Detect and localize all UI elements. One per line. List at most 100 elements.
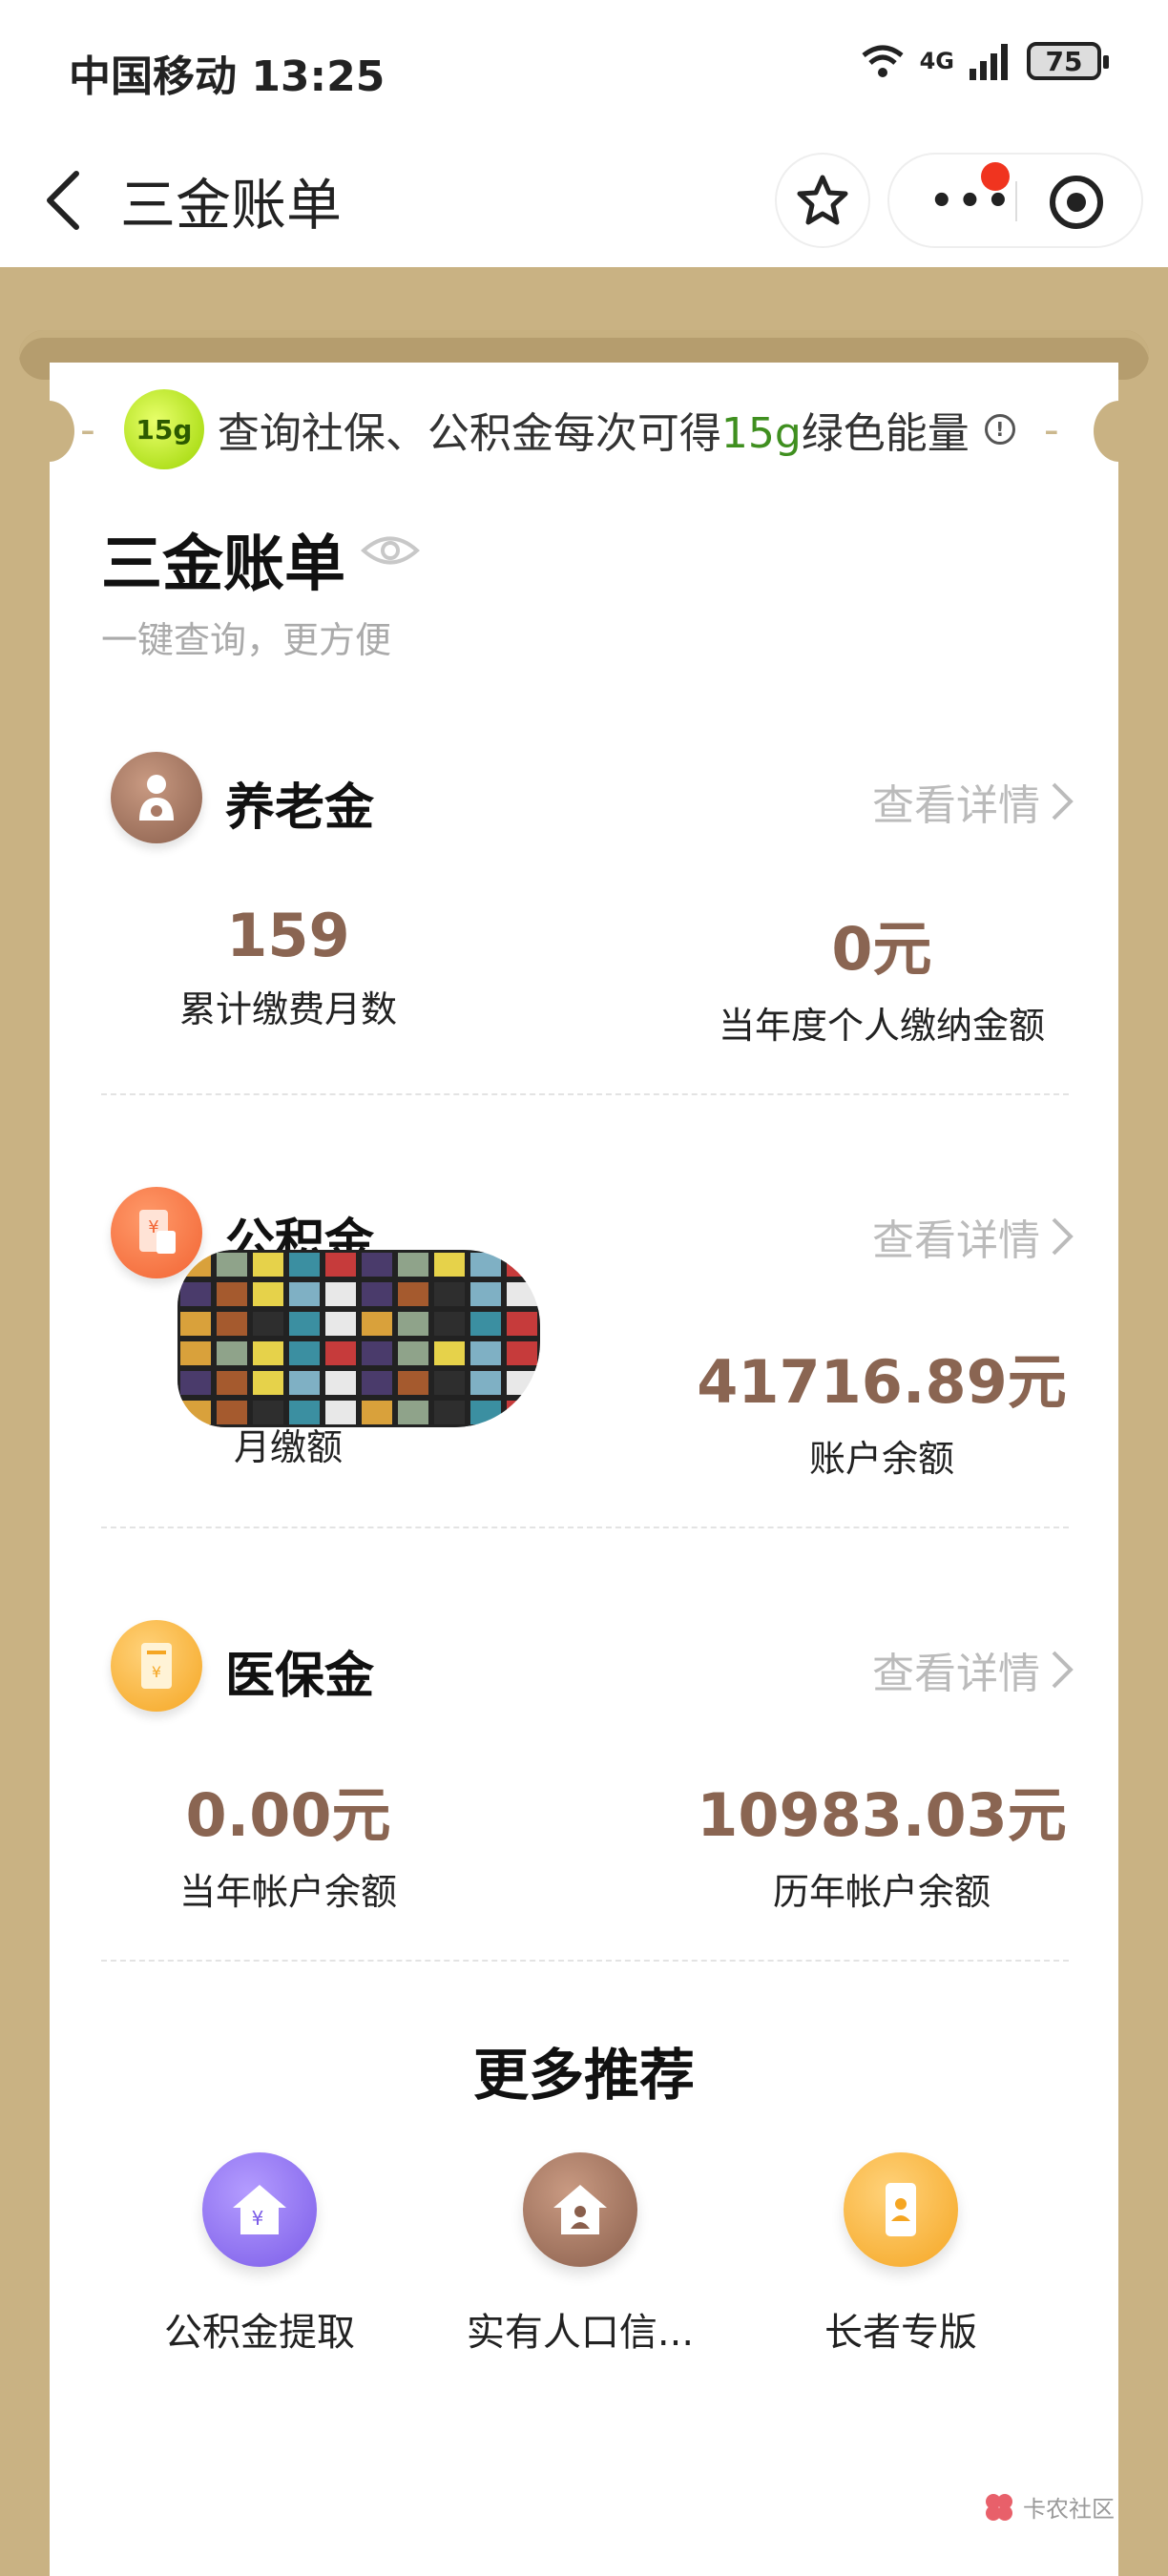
- network-type: 4G: [919, 48, 954, 74]
- rec-item-elder-version[interactable]: 长者专版: [758, 2152, 1044, 2357]
- mosaic-tile: [359, 1339, 395, 1368]
- back-arrow-icon: [47, 171, 79, 230]
- mosaic-tile: [468, 1279, 504, 1309]
- section-divider: [101, 1093, 1069, 1095]
- mosaic-tile: [250, 1309, 286, 1339]
- banner-dash-left: -: [80, 405, 95, 454]
- mosaic-tile: [214, 1398, 250, 1427]
- star-icon: [797, 175, 848, 225]
- mosaic-tile: [214, 1309, 250, 1339]
- more-recommendations-title: 更多推荐: [472, 2043, 695, 2108]
- mosaic-tile: [323, 1368, 359, 1398]
- carrier-time: 中国移动 13:25: [69, 52, 386, 101]
- mosaic-tile: [214, 1250, 250, 1279]
- redaction-mosaic: [177, 1250, 540, 1427]
- phone-person-icon: [844, 2152, 958, 2267]
- card-edge-left: [23, 401, 74, 462]
- house-yuan-icon: ¥: [202, 2152, 317, 2267]
- stat-value: 41716.89元: [697, 1347, 1067, 1417]
- rec-label: 公积金提取: [164, 2311, 355, 2355]
- mosaic-tile: [359, 1309, 395, 1339]
- favorite-button[interactable]: [777, 155, 868, 246]
- nav-title: 三金账单: [120, 173, 343, 238]
- mosaic-tile: [286, 1368, 323, 1398]
- phone-icon: [886, 2183, 916, 2236]
- house-person-icon: [553, 2185, 607, 2234]
- housing-fund-icon: ¥: [111, 1187, 202, 1278]
- mosaic-tile: [359, 1250, 395, 1279]
- svg-text:¥: ¥: [152, 1663, 161, 1681]
- close-mini-program-icon[interactable]: [1050, 176, 1103, 229]
- pension-stat-amount: 0元 当年度个人缴纳金额: [653, 901, 1111, 1049]
- section-divider: [101, 1960, 1069, 1962]
- medical-card-icon: ¥: [141, 1643, 172, 1689]
- watermark: 卡农社区: [983, 2490, 1115, 2524]
- mosaic-tile: [395, 1398, 431, 1427]
- stat-value: 10983.03元: [697, 1780, 1067, 1850]
- mosaic-tile: [286, 1398, 323, 1427]
- back-button[interactable]: [34, 162, 92, 239]
- mosaic-tile: [431, 1250, 468, 1279]
- medical-icon: ¥: [111, 1620, 202, 1712]
- mosaic-tile: [286, 1339, 323, 1368]
- medical-stat-history: 10983.03元 历年帐户余额: [653, 1767, 1111, 1915]
- pension-detail-link[interactable]: 查看详情: [872, 771, 1074, 832]
- mosaic-tile: [359, 1398, 395, 1427]
- stat-label: 累计缴费月数: [178, 988, 397, 1030]
- person-icon: [139, 775, 174, 821]
- mosaic-tile: [468, 1368, 504, 1398]
- info-icon[interactable]: !: [984, 414, 1015, 445]
- pension-header: 养老金 查看详情: [111, 752, 1074, 847]
- banner-text-after: 绿色能量: [801, 409, 970, 458]
- medical-stat-current: 0.00元 当年帐户余额: [59, 1767, 517, 1915]
- rec-label: 实有人口信...: [466, 2311, 695, 2355]
- mosaic-tile: [177, 1339, 214, 1368]
- chevron-right-icon: [1052, 782, 1074, 821]
- mosaic-tile: [395, 1368, 431, 1398]
- mosaic-tile: [395, 1250, 431, 1279]
- rec-item-population-info[interactable]: 实有人口信...: [437, 2152, 723, 2357]
- eye-icon[interactable]: [361, 530, 420, 571]
- stat-label: 当年帐户余额: [178, 1871, 397, 1913]
- rec-label: 长者专版: [824, 2311, 977, 2355]
- mosaic-tile: [323, 1339, 359, 1368]
- mosaic-tile: [468, 1339, 504, 1368]
- mosaic-tile: [431, 1339, 468, 1368]
- mosaic-tile: [214, 1339, 250, 1368]
- notification-dot: [981, 162, 1010, 191]
- mosaic-tile: [395, 1279, 431, 1309]
- mosaic-tile: [359, 1368, 395, 1398]
- mosaic-tile: [250, 1398, 286, 1427]
- mosaic-tile: [177, 1279, 214, 1309]
- watermark-text: 卡农社区: [1023, 2496, 1115, 2523]
- mosaic-tile: [250, 1279, 286, 1309]
- watermark-logo-icon: [986, 2493, 1012, 2521]
- mosaic-tile: [431, 1279, 468, 1309]
- pension-stat-months: 159 累计缴费月数: [59, 901, 517, 1032]
- mosaic-tile: [468, 1309, 504, 1339]
- capsule-divider: [1015, 181, 1017, 221]
- mosaic-tile: [250, 1368, 286, 1398]
- mosaic-tile: [431, 1309, 468, 1339]
- mosaic-tile: [359, 1279, 395, 1309]
- pension-title: 养老金: [225, 779, 375, 837]
- mosaic-tile: [504, 1309, 540, 1339]
- page-title: 三金账单: [101, 530, 345, 600]
- housing-fund-stat-balance: 41716.89元 账户余额: [653, 1334, 1111, 1482]
- rec-item-fund-withdraw[interactable]: ¥ 公积金提取: [116, 2152, 403, 2357]
- mosaic-tile: [250, 1339, 286, 1368]
- mosaic-tile: [286, 1309, 323, 1339]
- chevron-right-icon: [1052, 1651, 1074, 1689]
- home-person-icon: [523, 2152, 637, 2267]
- banner-dash-right: -: [1043, 405, 1059, 454]
- housing-fund-detail-link[interactable]: 查看详情: [872, 1206, 1074, 1267]
- house-icon: ¥: [233, 2185, 286, 2234]
- card-yuan-icon: ¥: [139, 1210, 176, 1254]
- energy-banner[interactable]: - 15g 查询社保、公积金每次可得15g绿色能量 ! -: [80, 389, 1088, 469]
- mosaic-tile: [431, 1398, 468, 1427]
- banner-highlight: 15g: [720, 409, 802, 458]
- medical-detail-link[interactable]: 查看详情: [872, 1639, 1074, 1700]
- medical-detail-label: 查看详情: [872, 1650, 1040, 1698]
- mosaic-tile: [286, 1250, 323, 1279]
- mosaic-tile: [323, 1279, 359, 1309]
